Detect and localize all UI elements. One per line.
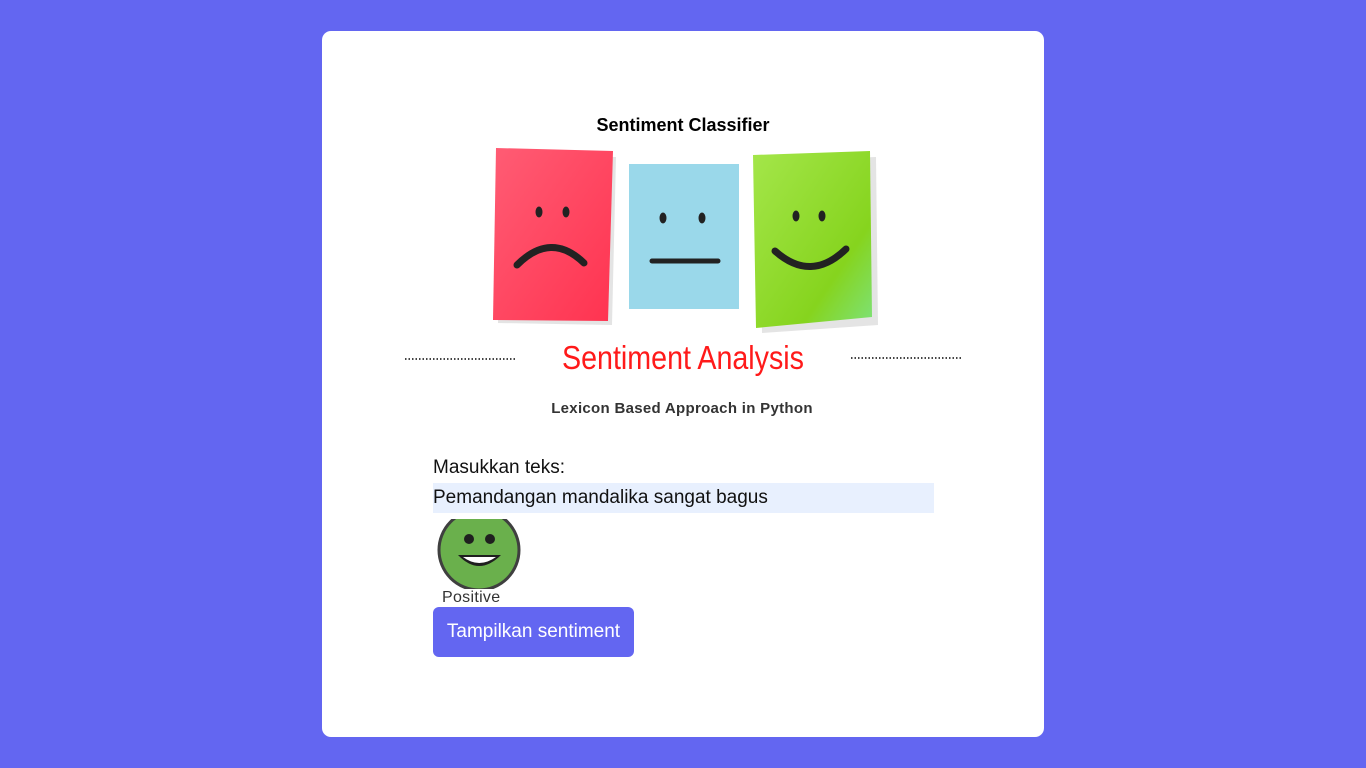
- banner-heading: Sentiment Analysis: [562, 339, 804, 376]
- sentiment-analysis-banner: Sentiment Analysis Lexicon Based Approac…: [405, 148, 962, 417]
- smiley-positive-icon: [437, 508, 521, 592]
- sentiment-result: Positive: [433, 508, 533, 607]
- banner-subheading: Lexicon Based Approach in Python: [551, 400, 813, 417]
- show-sentiment-button[interactable]: Tampilkan sentiment: [433, 607, 634, 657]
- page-title: Sentiment Classifier: [596, 115, 770, 135]
- neutral-face-icon: [629, 164, 739, 309]
- main-card: Sentiment Classifier Sentiment Analysis …: [322, 31, 1044, 737]
- happy-face-icon: [753, 151, 878, 333]
- text-input[interactable]: [433, 483, 934, 513]
- sad-face-icon: [493, 148, 616, 325]
- sentiment-label: Positive: [442, 589, 501, 606]
- text-input-label: Masukkan teks:: [433, 457, 565, 478]
